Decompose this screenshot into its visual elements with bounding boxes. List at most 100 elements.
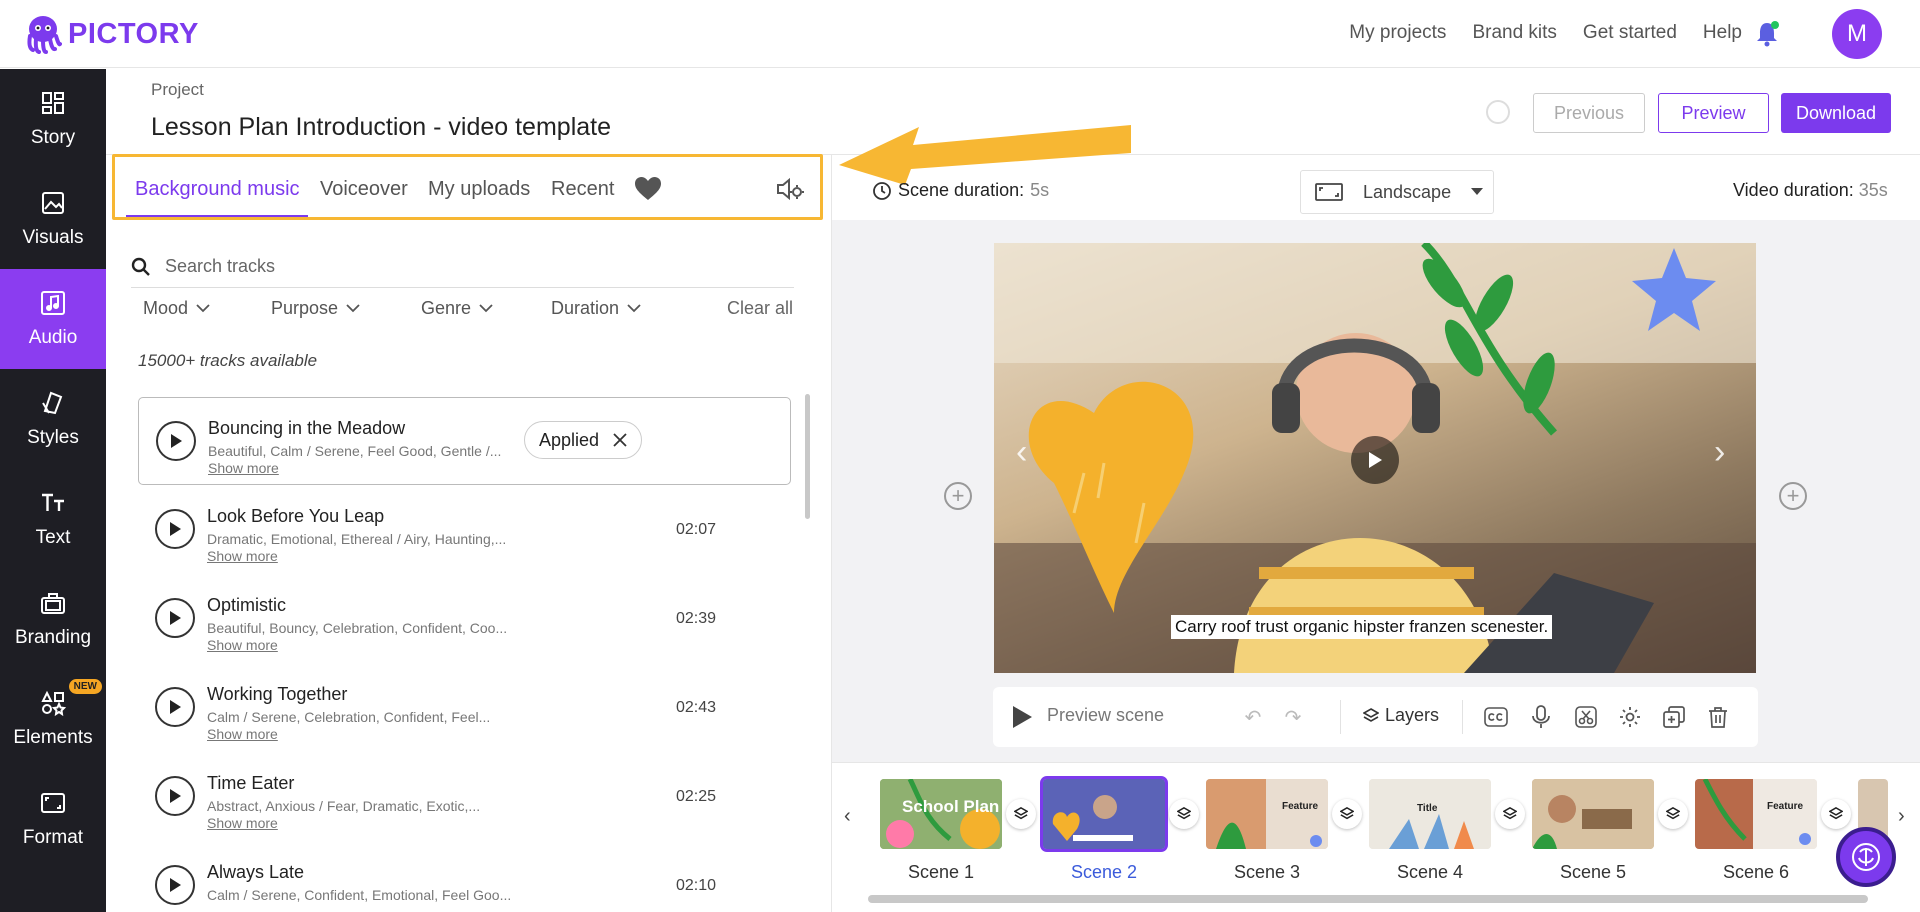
scene-label[interactable]: Scene 6 <box>1695 862 1817 883</box>
sidebar-item-audio[interactable]: Audio <box>0 269 106 369</box>
layers-button[interactable]: Layers <box>1363 705 1439 726</box>
scene-layers-icon[interactable] <box>1495 799 1525 829</box>
add-scene-before-icon[interactable]: + <box>944 482 972 510</box>
preview-scene-label[interactable]: Preview scene <box>1047 705 1164 726</box>
track-item[interactable]: Time Eater Abstract, Anxious / Fear, Dra… <box>138 753 791 841</box>
track-item[interactable]: Always Late Calm / Serene, Confident, Em… <box>138 842 791 912</box>
bell-icon[interactable] <box>1754 20 1780 48</box>
sidebar-label: Branding <box>14 627 92 648</box>
scene-layers-icon[interactable] <box>1658 799 1688 829</box>
add-scene-after-icon[interactable]: + <box>1779 482 1807 510</box>
play-icon[interactable] <box>155 598 195 638</box>
scene-thumbnail-4[interactable]: Title <box>1369 779 1491 849</box>
undo-icon[interactable]: ↶ <box>1240 704 1266 730</box>
tab-recent[interactable]: Recent <box>551 178 614 201</box>
sidebar-item-branding[interactable]: Branding <box>0 569 106 669</box>
download-button[interactable]: Download <box>1781 93 1891 133</box>
settings-gear-icon[interactable] <box>1617 704 1643 730</box>
canvas-prev-arrow-icon[interactable]: ‹ <box>1016 433 1027 472</box>
active-tab-underline <box>126 215 308 217</box>
play-icon[interactable] <box>155 687 195 727</box>
scene-thumb-text: Title <box>1417 803 1438 814</box>
track-item[interactable]: Optimistic Beautiful, Bouncy, Celebratio… <box>138 575 791 663</box>
canvas-next-arrow-icon[interactable]: › <box>1714 433 1725 472</box>
nav-brand-kits[interactable]: Brand kits <box>1472 22 1556 44</box>
microphone-icon[interactable] <box>1528 704 1554 730</box>
search-bar <box>131 246 794 288</box>
scene-thumbnail-2[interactable] <box>1040 776 1168 852</box>
play-icon[interactable] <box>156 421 196 461</box>
scene-label[interactable]: Scene 3 <box>1206 862 1328 883</box>
orientation-dropdown[interactable]: Landscape <box>1300 170 1494 214</box>
redo-icon[interactable]: ↷ <box>1280 704 1306 730</box>
project-title[interactable]: Lesson Plan Introduction - video templat… <box>151 113 611 142</box>
tab-voiceover[interactable]: Voiceover <box>320 178 408 201</box>
show-more-link[interactable]: Show more <box>207 548 278 564</box>
show-more-link[interactable]: Show more <box>207 637 278 653</box>
project-label: Project <box>151 80 204 99</box>
filter-purpose[interactable]: Purpose <box>271 298 360 319</box>
captions-icon[interactable] <box>1483 704 1509 730</box>
scene-thumbnail-1[interactable]: School Plan <box>880 779 1002 849</box>
scene-label[interactable]: Scene 4 <box>1369 862 1491 883</box>
previous-button[interactable]: Previous <box>1533 93 1645 133</box>
user-avatar[interactable]: M <box>1832 9 1882 59</box>
video-preview-canvas[interactable]: ‹ › Carry roof trust organic hipster fra… <box>994 243 1756 673</box>
track-list-scrollbar[interactable] <box>805 394 810 519</box>
applied-badge: Applied <box>524 421 643 459</box>
trash-icon[interactable] <box>1705 704 1731 730</box>
timeline-scrollbar[interactable] <box>868 895 1868 903</box>
pictory-logo[interactable]: PICTORY <box>24 14 199 54</box>
track-duration: 02:10 <box>676 877 717 894</box>
play-icon[interactable] <box>155 509 195 549</box>
heart-favorites-icon[interactable] <box>634 176 662 202</box>
track-item[interactable]: Bouncing in the Meadow Beautiful, Calm /… <box>138 397 791 485</box>
scene-timeline: ‹ › School Plan Scene 1 Scene 2 Feature … <box>832 762 1920 912</box>
nav-my-projects[interactable]: My projects <box>1349 22 1446 44</box>
track-item[interactable]: Look Before You Leap Dramatic, Emotional… <box>138 486 791 574</box>
scene-layers-icon[interactable] <box>1821 799 1851 829</box>
scene-label[interactable]: Scene 1 <box>880 862 1002 883</box>
clear-all-button[interactable]: Clear all <box>727 298 793 319</box>
video-caption[interactable]: Carry roof trust organic hipster franzen… <box>1171 615 1553 639</box>
sidebar-item-story[interactable]: Story <box>0 69 106 169</box>
track-item[interactable]: Working Together Calm / Serene, Celebrat… <box>138 664 791 752</box>
search-input[interactable] <box>165 256 725 277</box>
play-icon[interactable] <box>155 865 195 905</box>
tab-background-music[interactable]: Background music <box>135 178 300 201</box>
filter-genre[interactable]: Genre <box>421 298 493 319</box>
timeline-next-arrow-icon[interactable]: › <box>1898 805 1905 828</box>
tab-my-uploads[interactable]: My uploads <box>428 178 530 201</box>
play-video-icon[interactable] <box>1351 436 1399 484</box>
scene-label[interactable]: Scene 2 <box>1043 862 1165 883</box>
scene-layers-icon[interactable] <box>1006 799 1036 829</box>
scissors-icon[interactable] <box>1573 704 1599 730</box>
filter-duration[interactable]: Duration <box>551 298 641 319</box>
duplicate-icon[interactable] <box>1661 704 1687 730</box>
scene-thumbnail-3[interactable]: Feature <box>1206 779 1328 849</box>
play-icon[interactable] <box>155 776 195 816</box>
show-more-link[interactable]: Show more <box>207 726 278 742</box>
nav-get-started[interactable]: Get started <box>1583 22 1677 44</box>
scene-layers-icon[interactable] <box>1332 799 1362 829</box>
sidebar-item-visuals[interactable]: Visuals <box>0 169 106 269</box>
sidebar-item-format[interactable]: Format <box>0 769 106 869</box>
close-icon[interactable] <box>613 433 627 447</box>
show-more-link[interactable]: Show more <box>208 460 279 476</box>
nav-help[interactable]: Help <box>1703 22 1742 44</box>
filter-mood[interactable]: Mood <box>143 298 210 319</box>
scene-thumbnail-6[interactable]: Feature <box>1695 779 1817 849</box>
timeline-prev-arrow-icon[interactable]: ‹ <box>844 805 851 828</box>
sidebar-item-styles[interactable]: Styles <box>0 369 106 469</box>
sidebar-label: Story <box>30 127 76 148</box>
play-scene-icon[interactable] <box>1011 705 1033 729</box>
sidebar-item-text[interactable]: Text <box>0 469 106 569</box>
show-more-link[interactable]: Show more <box>207 815 278 831</box>
scene-layers-icon[interactable] <box>1169 799 1199 829</box>
ai-assistant-chat-icon[interactable] <box>1836 827 1896 887</box>
scene-thumbnail-5[interactable] <box>1532 779 1654 849</box>
audio-settings-icon[interactable] <box>775 175 805 203</box>
scene-label[interactable]: Scene 5 <box>1532 862 1654 883</box>
preview-button[interactable]: Preview <box>1658 93 1769 133</box>
sidebar-item-elements[interactable]: NEW Elements <box>0 669 106 769</box>
